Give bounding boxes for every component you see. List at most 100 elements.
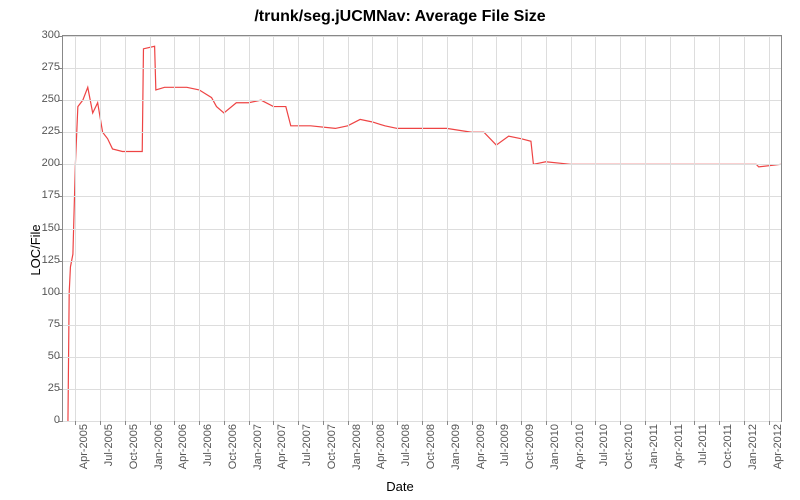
x-tick-label: Apr-2007 — [276, 424, 288, 469]
x-tick-label: Oct-2005 — [128, 424, 140, 469]
x-tick-label: Oct-2009 — [524, 424, 536, 469]
tick-mark-x — [249, 421, 250, 425]
y-tick-label: 25 — [25, 382, 60, 394]
tick-mark-x — [645, 421, 646, 425]
gridline-v — [521, 36, 522, 421]
tick-mark-x — [620, 421, 621, 425]
x-axis-label: Date — [0, 479, 800, 494]
x-tick-label: Apr-2011 — [673, 424, 685, 468]
y-tick-label: 300 — [25, 29, 60, 41]
x-tick-label: Oct-2007 — [326, 424, 338, 469]
chart-title: /trunk/seg.jUCMNav: Average File Size — [0, 8, 800, 26]
y-tick-label: 250 — [25, 93, 60, 105]
gridline-v — [496, 36, 497, 421]
tick-mark-x — [670, 421, 671, 425]
gridline-v — [620, 36, 621, 421]
x-tick-label: Oct-2008 — [425, 424, 437, 469]
tick-mark-x — [323, 421, 324, 425]
gridline-v — [719, 36, 720, 421]
tick-mark-x — [595, 421, 596, 425]
tick-mark-x — [521, 421, 522, 425]
tick-mark-x — [174, 421, 175, 425]
y-tick-label: 100 — [25, 286, 60, 298]
tick-mark-x — [150, 421, 151, 425]
x-tick-label: Jul-2005 — [103, 424, 115, 466]
y-tick-label: 200 — [25, 157, 60, 169]
gridline-v — [571, 36, 572, 421]
y-tick-label: 225 — [25, 125, 60, 137]
tick-mark-x — [546, 421, 547, 425]
gridline-v — [323, 36, 324, 421]
tick-mark-x — [75, 421, 76, 425]
x-tick-label: Jul-2009 — [499, 424, 511, 466]
gridline-v — [100, 36, 101, 421]
x-tick-label: Apr-2005 — [78, 424, 90, 469]
x-tick-label: Apr-2006 — [177, 424, 189, 469]
chart-container: /trunk/seg.jUCMNav: Average File Size LO… — [0, 0, 800, 500]
tick-mark-x — [100, 421, 101, 425]
tick-mark-x — [719, 421, 720, 425]
gridline-v — [348, 36, 349, 421]
gridline-v — [372, 36, 373, 421]
tick-mark-x — [496, 421, 497, 425]
tick-mark-x — [447, 421, 448, 425]
x-tick-label: Jan-2008 — [351, 424, 363, 470]
gridline-v — [298, 36, 299, 421]
gridline-v — [75, 36, 76, 421]
plot-area — [62, 35, 782, 422]
gridline-v — [273, 36, 274, 421]
tick-mark-x — [348, 421, 349, 425]
gridline-v — [744, 36, 745, 421]
tick-mark-x — [769, 421, 770, 425]
tick-mark-x — [273, 421, 274, 425]
gridline-v — [249, 36, 250, 421]
x-tick-label: Apr-2009 — [475, 424, 487, 469]
x-tick-label: Jul-2006 — [202, 424, 214, 466]
y-tick-label: 50 — [25, 350, 60, 362]
gridline-v — [645, 36, 646, 421]
gridline-v — [422, 36, 423, 421]
x-tick-label: Jan-2009 — [450, 424, 462, 470]
tick-mark-x — [298, 421, 299, 425]
tick-mark-x — [422, 421, 423, 425]
x-tick-label: Jan-2007 — [252, 424, 264, 470]
x-tick-label: Jul-2010 — [598, 424, 610, 466]
tick-mark-x — [224, 421, 225, 425]
tick-mark-x — [571, 421, 572, 425]
x-tick-label: Jul-2011 — [697, 424, 709, 465]
tick-mark-x — [397, 421, 398, 425]
gridline-v — [694, 36, 695, 421]
tick-mark-x — [472, 421, 473, 425]
y-tick-label: 275 — [25, 61, 60, 73]
x-tick-label: Oct-2006 — [227, 424, 239, 469]
gridline-v — [546, 36, 547, 421]
y-tick-label: 125 — [25, 254, 60, 266]
tick-mark-x — [744, 421, 745, 425]
gridline-v — [199, 36, 200, 421]
x-tick-label: Oct-2010 — [623, 424, 635, 469]
x-tick-label: Jan-2006 — [153, 424, 165, 470]
gridline-v — [125, 36, 126, 421]
gridline-v — [769, 36, 770, 421]
tick-mark-x — [372, 421, 373, 425]
x-tick-label: Jul-2008 — [400, 424, 412, 466]
y-tick-label: 0 — [25, 414, 60, 426]
x-tick-label: Jan-2012 — [747, 424, 759, 470]
gridline-v — [224, 36, 225, 421]
gridline-v — [595, 36, 596, 421]
y-tick-label: 175 — [25, 189, 60, 201]
tick-mark-x — [694, 421, 695, 425]
x-tick-label: Apr-2008 — [375, 424, 387, 469]
x-tick-label: Jul-2007 — [301, 424, 313, 466]
x-tick-label: Oct-2011 — [722, 424, 734, 468]
gridline-v — [670, 36, 671, 421]
tick-mark-x — [199, 421, 200, 425]
x-tick-label: Apr-2012 — [772, 424, 784, 469]
gridline-v — [472, 36, 473, 421]
x-tick-label: Jan-2011 — [648, 424, 660, 469]
tick-mark-x — [125, 421, 126, 425]
x-tick-label: Jan-2010 — [549, 424, 561, 470]
y-tick-label: 150 — [25, 222, 60, 234]
y-tick-label: 75 — [25, 318, 60, 330]
gridline-v — [447, 36, 448, 421]
